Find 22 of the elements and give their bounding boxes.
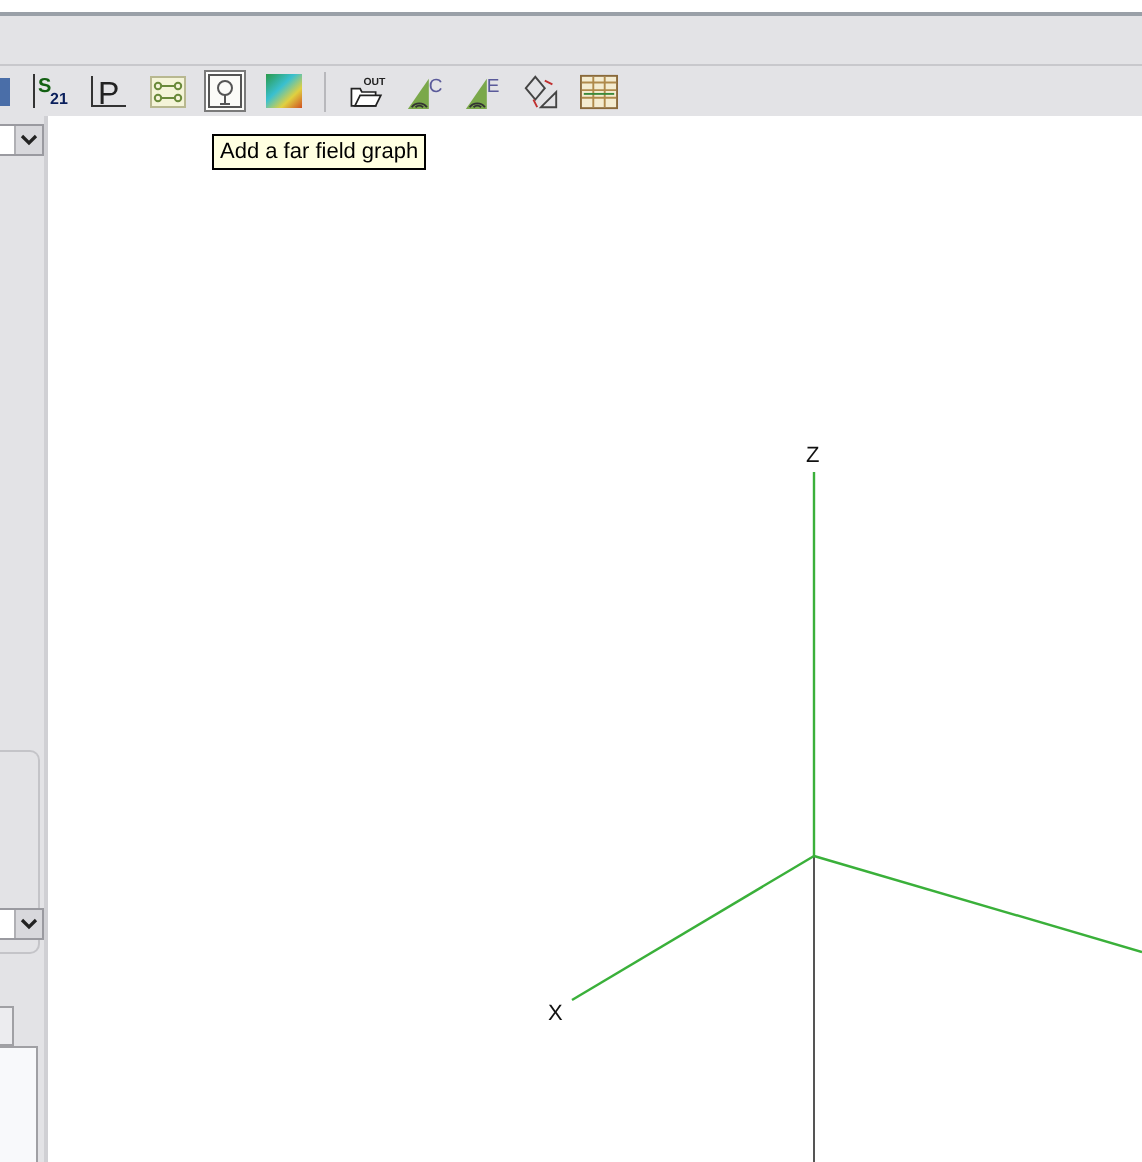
color-map-icon — [265, 74, 301, 108]
chevron-down-icon — [20, 134, 38, 146]
toolbar-button[interactable]: P — [88, 70, 130, 112]
chevron-down-icon — [20, 918, 38, 930]
tab[interactable] — [0, 1006, 14, 1046]
toolbar-button[interactable]: C — [404, 70, 446, 112]
far-field-icon — [208, 74, 242, 108]
axis-label: Z — [806, 444, 820, 468]
toolbar-button[interactable] — [204, 70, 246, 112]
table-icon — [580, 73, 618, 109]
dropdown[interactable] — [0, 124, 44, 156]
tooltip: Add a far field graph — [212, 134, 427, 170]
toolbar-button[interactable] — [146, 70, 188, 112]
network-icon — [149, 75, 185, 107]
axis-label: X — [548, 1002, 563, 1026]
toolbar-button[interactable] — [520, 70, 562, 112]
toolbar-button[interactable] — [578, 70, 620, 112]
toolbar-icon — [0, 73, 12, 109]
panel — [0, 1046, 38, 1162]
toolbar-button[interactable]: E — [462, 70, 504, 112]
dropdown[interactable] — [0, 908, 44, 940]
transform-icon — [522, 71, 560, 111]
